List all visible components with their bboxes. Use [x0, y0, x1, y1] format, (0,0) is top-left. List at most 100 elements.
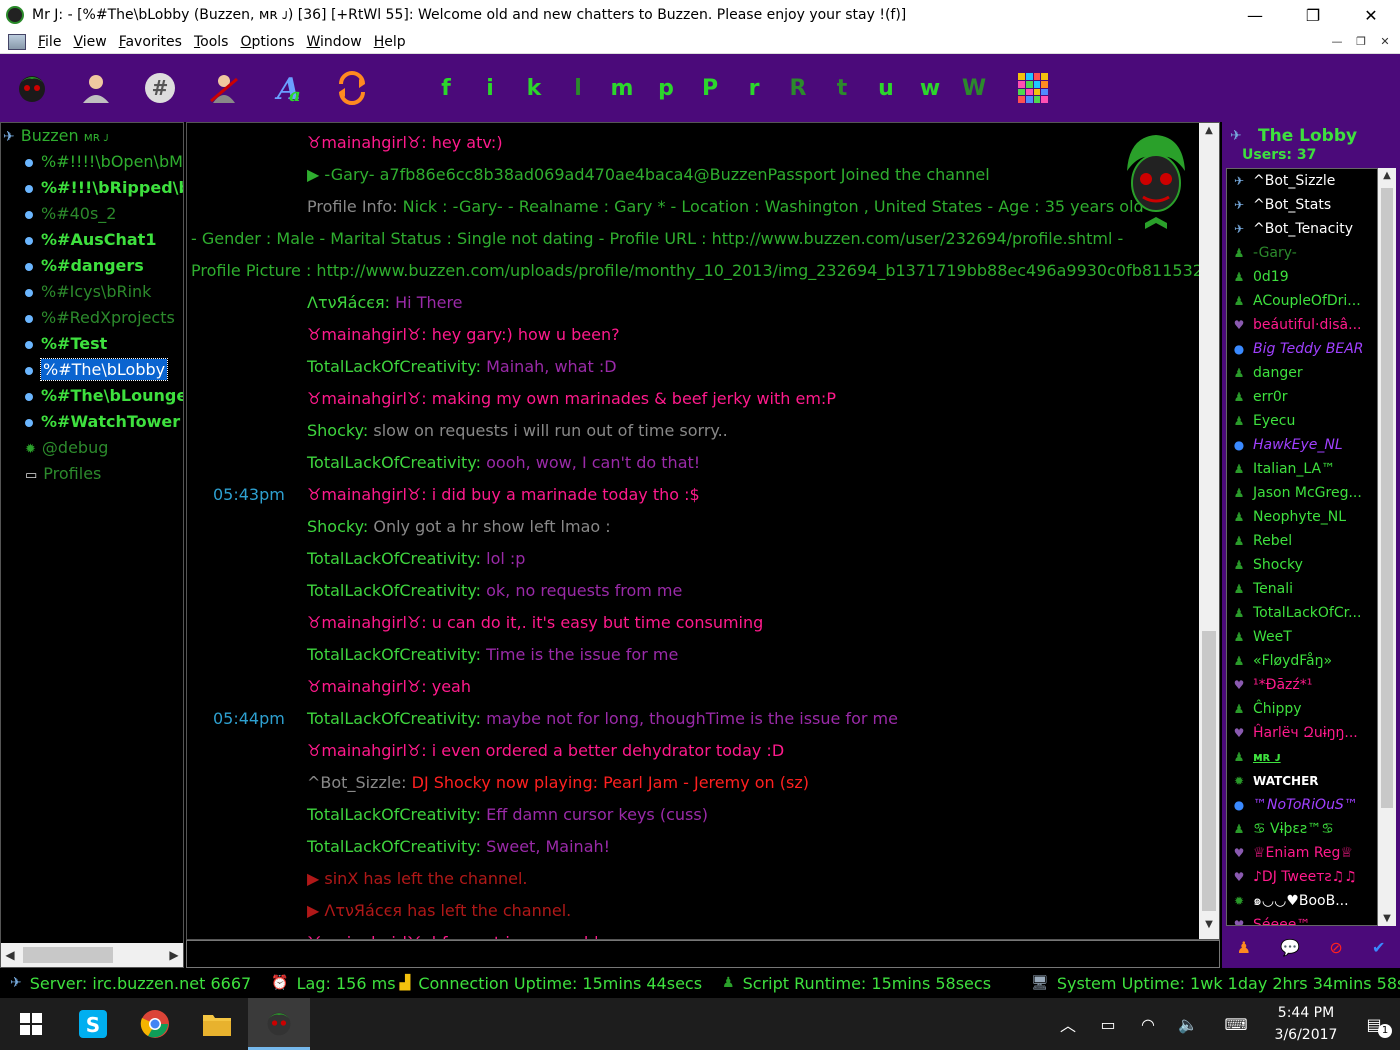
toolbar-letter-r[interactable]: r — [732, 76, 776, 101]
tree-channel[interactable]: %#!!!!\bOpen\bMi — [25, 151, 183, 173]
tree-channel[interactable]: %#The\bLounge — [25, 385, 183, 407]
tree-channel[interactable]: %#AusChat1 — [25, 229, 156, 251]
user-list-item[interactable]: ♟ Tenali — [1227, 577, 1293, 601]
chat-nick[interactable]: ^Bot_Sizzle: — [307, 773, 407, 792]
user-list-item[interactable]: ● HawkEye_NL — [1227, 433, 1343, 457]
user-list-item[interactable]: ♟ Neophyte_NL — [1227, 505, 1346, 529]
channel-list-icon[interactable]: # — [141, 69, 179, 107]
user-list-item[interactable]: ✈ ^Bot_Sizzle — [1227, 169, 1335, 193]
menu-file[interactable]: File — [32, 34, 67, 50]
toolbar-letter-W[interactable]: W — [952, 76, 996, 101]
tree-root-buzzen[interactable]: ✈ Buzzen ᴍʀ ᴊ — [3, 125, 109, 147]
tree-channel[interactable]: %#!!!\bRipped\bSt — [25, 177, 183, 199]
maximize-button[interactable]: ❐ — [1284, 0, 1342, 30]
wifi-icon[interactable]: ◠ — [1128, 1015, 1168, 1034]
chat-nick[interactable]: TotalLackOfCreativity: — [307, 581, 481, 600]
mdi-restore-icon[interactable]: ❐ — [1352, 33, 1370, 51]
scroll-right-icon[interactable]: ▶ — [165, 948, 183, 962]
taskbar-chrome[interactable] — [124, 998, 186, 1050]
user-list-item[interactable]: ♟ Ĉhippy — [1227, 697, 1302, 721]
chat-nick[interactable]: Profile Picture : http://www.buzzen.com/… — [191, 261, 1219, 280]
toolbar-letter-f[interactable]: f — [424, 76, 468, 101]
user-list-item[interactable]: ♟ ♋ Vɨþɛƨ™♋ — [1227, 817, 1334, 841]
user-list-item[interactable]: ✹ WATCHER — [1227, 769, 1319, 793]
tree-debug[interactable]: ✹ @debug — [25, 437, 108, 459]
chat-window[interactable]: ♉mainahgirl♉: hey atv:) ▶ -Gary- a7fb86e6… — [186, 122, 1220, 940]
chat-nick[interactable]: - Gender : Male - Marital Status : Singl… — [191, 229, 1123, 248]
user-list-item[interactable]: ♟ 0d19 — [1227, 265, 1289, 289]
joker-connect-icon[interactable] — [13, 69, 51, 107]
mdi-minimize-icon[interactable]: — — [1328, 33, 1346, 51]
user-tool-icon[interactable]: ♟ — [1237, 938, 1251, 957]
toolbar-letter-k[interactable]: k — [512, 76, 556, 101]
user-list-item[interactable]: ♟ err0r — [1227, 385, 1288, 409]
user-list-item[interactable]: ✹ ๑◡◡♥BooB... — [1227, 889, 1349, 913]
toolbar-letter-w[interactable]: w — [908, 76, 952, 101]
toolbar-letter-m[interactable]: m — [600, 76, 644, 101]
menu-help[interactable]: Help — [368, 34, 412, 50]
tree-horizontal-scrollbar[interactable]: ◀ ▶ — [1, 943, 183, 967]
tree-channel[interactable]: %#40s_2 — [25, 203, 116, 225]
start-button[interactable] — [0, 998, 62, 1050]
scroll-up-icon[interactable]: ▲ — [1199, 125, 1219, 143]
toolbar-letter-t[interactable]: t — [820, 76, 864, 101]
tree-channel[interactable]: %#Icys\bRink — [25, 281, 151, 303]
user-list-item[interactable]: ♟ TotalLackOfCr... — [1227, 601, 1362, 625]
toolbar-letter-p[interactable]: p — [644, 76, 688, 101]
user-list-item[interactable]: ♟ ᴍʀ ᴊ — [1227, 745, 1281, 769]
taskbar-buzzen[interactable] — [248, 998, 310, 1050]
menu-tools[interactable]: Tools — [188, 34, 235, 50]
check-icon[interactable]: ✔ — [1372, 938, 1385, 957]
chat-nick[interactable]: ♉mainahgirl♉: — [307, 133, 427, 152]
chat-nick[interactable]: ▶ ΛτνЯáсєя has left the channel. — [307, 901, 571, 920]
user-list[interactable]: ✈ ^Bot_Sizzle ✈ ^Bot_Stats ✈ ^Bot_Tenacity ♟ -G… — [1226, 168, 1378, 926]
taskbar-explorer[interactable] — [186, 998, 248, 1050]
menu-favorites[interactable]: Favorites — [113, 34, 188, 50]
tree-profiles[interactable]: ▭ Profiles — [25, 463, 101, 485]
minimize-button[interactable]: — — [1226, 0, 1284, 30]
chat-nick[interactable]: TotalLackOfCreativity: — [307, 645, 481, 664]
toolbar-letter-P[interactable]: P — [688, 76, 732, 101]
chat-nick[interactable]: TotalLackOfCreativity: — [307, 453, 481, 472]
user-scroll-thumb[interactable] — [1381, 188, 1393, 808]
toolbar-letter-i[interactable]: i — [468, 76, 512, 101]
user-list-item[interactable]: ✈ ^Bot_Tenacity — [1227, 217, 1353, 241]
user-list-item[interactable]: ♟ «FløydFåŋ» — [1227, 649, 1332, 673]
menu-options[interactable]: Options — [234, 34, 300, 50]
chat-nick[interactable]: TotalLackOfCreativity: — [307, 709, 481, 728]
tree-channel[interactable]: %#RedXprojects — [25, 307, 175, 329]
scroll-thumb[interactable] — [23, 947, 113, 963]
scroll-down-icon[interactable]: ▼ — [1378, 913, 1396, 924]
user-list-item[interactable]: ♟ WeeT — [1227, 625, 1292, 649]
chat-nick[interactable]: ♉mainahgirl♉: — [307, 933, 427, 939]
chat-nick[interactable]: TotalLackOfCreativity: — [307, 357, 481, 376]
chat-nick[interactable]: Shocky: — [307, 517, 368, 536]
user-list-item[interactable]: ♟ Rebel — [1227, 529, 1293, 553]
user-list-item[interactable]: ♟ Eyecu — [1227, 409, 1296, 433]
chat-nick[interactable]: ♉mainahgirl♉: — [307, 677, 427, 696]
chat-nick[interactable]: ▶ -Gary- — [307, 165, 375, 184]
tree-channel[interactable]: %#Test — [25, 333, 107, 355]
swap-icon[interactable] — [333, 69, 371, 107]
keyboard-icon[interactable]: ⌨ — [1208, 1015, 1264, 1034]
scroll-down-icon[interactable]: ▼ — [1199, 919, 1219, 937]
tree-channel[interactable]: %#dangers — [25, 255, 144, 277]
chat-vertical-scrollbar[interactable]: ▲ ▼ — [1199, 123, 1219, 939]
chevron-up-icon[interactable]: ︿ — [1048, 1012, 1088, 1036]
tools-icon[interactable] — [205, 69, 243, 107]
chat-nick[interactable]: ΛτνЯáсєя: — [307, 293, 390, 312]
user-profile-icon[interactable] — [77, 69, 115, 107]
taskbar-skype[interactable]: S — [62, 998, 124, 1050]
tree-channel[interactable]: %#The\bLobby — [25, 358, 169, 381]
mdi-close-icon[interactable]: ✕ — [1376, 33, 1394, 51]
user-list-item[interactable]: ♟ Jason McGreg... — [1227, 481, 1362, 505]
user-list-item[interactable]: ♟ ACoupleOfDri... — [1227, 289, 1361, 313]
user-list-item[interactable]: ♥ ¹*Ðāzź*¹ — [1227, 673, 1313, 697]
user-list-item[interactable]: ✈ ^Bot_Stats — [1227, 193, 1331, 217]
chat-nick[interactable]: Profile Info: — [307, 197, 398, 216]
notifications-icon[interactable]: ▤ 1 — [1348, 1015, 1400, 1038]
user-list-item[interactable]: ♥ Ĥarlёч Զuɨŋŋ... — [1227, 721, 1358, 745]
user-list-item[interactable]: ♥ ♕Eniam Reg♕ — [1227, 841, 1353, 865]
font-icon[interactable]: Aa — [269, 69, 307, 107]
chat-nick[interactable]: ♉mainahgirl♉: — [307, 485, 427, 504]
